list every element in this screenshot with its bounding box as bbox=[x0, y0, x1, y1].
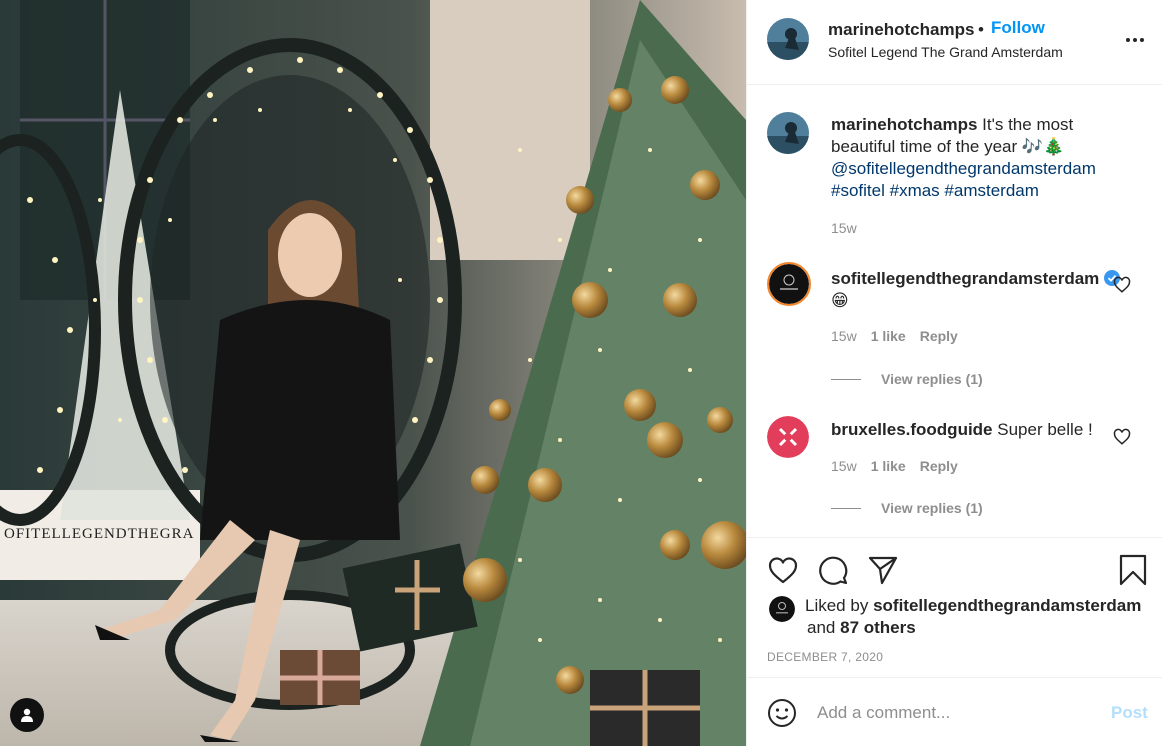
liked-by-line: Liked by sofitellegendthegrandamsterdam bbox=[805, 596, 1141, 616]
location-link[interactable]: Sofitel Legend The Grand Amsterdam bbox=[828, 44, 1063, 60]
post-header: marinehotchamps • Follow Sofitel Legend … bbox=[747, 0, 1162, 85]
caption-text: marinehotchamps It's the most beautiful … bbox=[831, 114, 1131, 202]
comment-meta: 15w 1 like Reply bbox=[831, 458, 958, 474]
post-photo[interactable]: OFITELLEGENDTHEGRA bbox=[0, 0, 746, 746]
liked-by-others-line: and 87 others bbox=[807, 618, 916, 638]
send-icon[interactable] bbox=[867, 554, 899, 586]
post-date[interactable]: DECEMBER 7, 2020 bbox=[767, 650, 883, 664]
post-comment-button[interactable]: Post bbox=[1111, 703, 1148, 723]
comment-like-heart-icon[interactable] bbox=[1113, 428, 1131, 446]
view-replies-label: View replies (1) bbox=[881, 371, 983, 387]
separator-dot: • bbox=[978, 20, 984, 39]
post-side-panel: marinehotchamps • Follow Sofitel Legend … bbox=[746, 0, 1162, 746]
liked-by-others[interactable]: 87 others bbox=[840, 618, 916, 637]
liker-avatar-image bbox=[769, 596, 795, 622]
comment-icon[interactable] bbox=[817, 554, 849, 586]
comment-input[interactable] bbox=[817, 698, 1097, 728]
comment-avatar-image bbox=[769, 264, 809, 304]
author-avatar-image bbox=[767, 18, 809, 60]
comment-text: sofitellegendthegrandamsterdam 😁 bbox=[831, 268, 1121, 312]
liker-avatar[interactable] bbox=[769, 596, 795, 622]
view-replies-button[interactable]: View replies (1) bbox=[831, 371, 983, 387]
comment-time[interactable]: 15w bbox=[831, 328, 857, 344]
caption-avatar[interactable] bbox=[767, 112, 809, 154]
caption-username[interactable]: marinehotchamps bbox=[831, 115, 977, 134]
caption-mention[interactable]: @sofitellegendthegrandamsterdam bbox=[831, 159, 1096, 178]
view-replies-button[interactable]: View replies (1) bbox=[831, 500, 983, 516]
comment-username[interactable]: sofitellegendthegrandamsterdam bbox=[831, 269, 1099, 288]
hashtag-xmas[interactable]: #xmas bbox=[890, 181, 940, 200]
comment-likes[interactable]: 1 like bbox=[871, 328, 906, 344]
caption-avatar-image bbox=[767, 112, 809, 154]
hashtag-amsterdam[interactable]: #amsterdam bbox=[944, 181, 1038, 200]
comment-username[interactable]: bruxelles.foodguide bbox=[831, 420, 993, 439]
comment-avatar[interactable] bbox=[767, 262, 811, 306]
liked-by-prefix: Liked by bbox=[805, 596, 869, 615]
svg-text:OFITELLEGENDTHEGRA: OFITELLEGENDTHEGRA bbox=[4, 526, 194, 542]
heart-icon[interactable] bbox=[767, 554, 799, 586]
user-icon bbox=[21, 708, 33, 722]
comment-like-heart-icon[interactable] bbox=[1113, 276, 1131, 294]
comment-avatar-image bbox=[767, 416, 809, 458]
comment-time[interactable]: 15w bbox=[831, 458, 857, 474]
replies-divider bbox=[831, 507, 861, 509]
photo-illustration: OFITELLEGENDTHEGRA bbox=[0, 0, 746, 746]
comment-meta: 15w 1 like Reply bbox=[831, 328, 958, 344]
reply-button[interactable]: Reply bbox=[920, 458, 958, 474]
replies-divider bbox=[831, 378, 861, 380]
comment-avatar[interactable] bbox=[767, 416, 809, 458]
reply-button[interactable]: Reply bbox=[920, 328, 958, 344]
user-tag-button[interactable] bbox=[10, 698, 44, 732]
author-avatar[interactable] bbox=[767, 18, 809, 60]
author-username[interactable]: marinehotchamps bbox=[828, 20, 974, 40]
emoji-icon[interactable] bbox=[767, 698, 797, 728]
comment-text: bruxelles.foodguide Super belle ! bbox=[831, 419, 1121, 441]
comment-body: Super belle ! bbox=[997, 420, 1093, 439]
add-comment-bar: Post bbox=[747, 677, 1162, 746]
bookmark-icon[interactable] bbox=[1117, 554, 1149, 586]
caption-timestamp[interactable]: 15w bbox=[831, 220, 857, 236]
liked-by-user[interactable]: sofitellegendthegrandamsterdam bbox=[873, 596, 1141, 615]
more-horizontal-icon[interactable] bbox=[1123, 28, 1147, 52]
view-replies-label: View replies (1) bbox=[881, 500, 983, 516]
caption-emojis: 🎶🎄 bbox=[1021, 137, 1065, 156]
comment-likes[interactable]: 1 like bbox=[871, 458, 906, 474]
liked-by-and: and bbox=[807, 618, 836, 637]
comment-body: 😁 bbox=[831, 291, 849, 310]
post-actions: Liked by sofitellegendthegrandamsterdam … bbox=[747, 537, 1162, 677]
hashtag-sofitel[interactable]: #sofitel bbox=[831, 181, 885, 200]
follow-button[interactable]: Follow bbox=[991, 18, 1045, 38]
